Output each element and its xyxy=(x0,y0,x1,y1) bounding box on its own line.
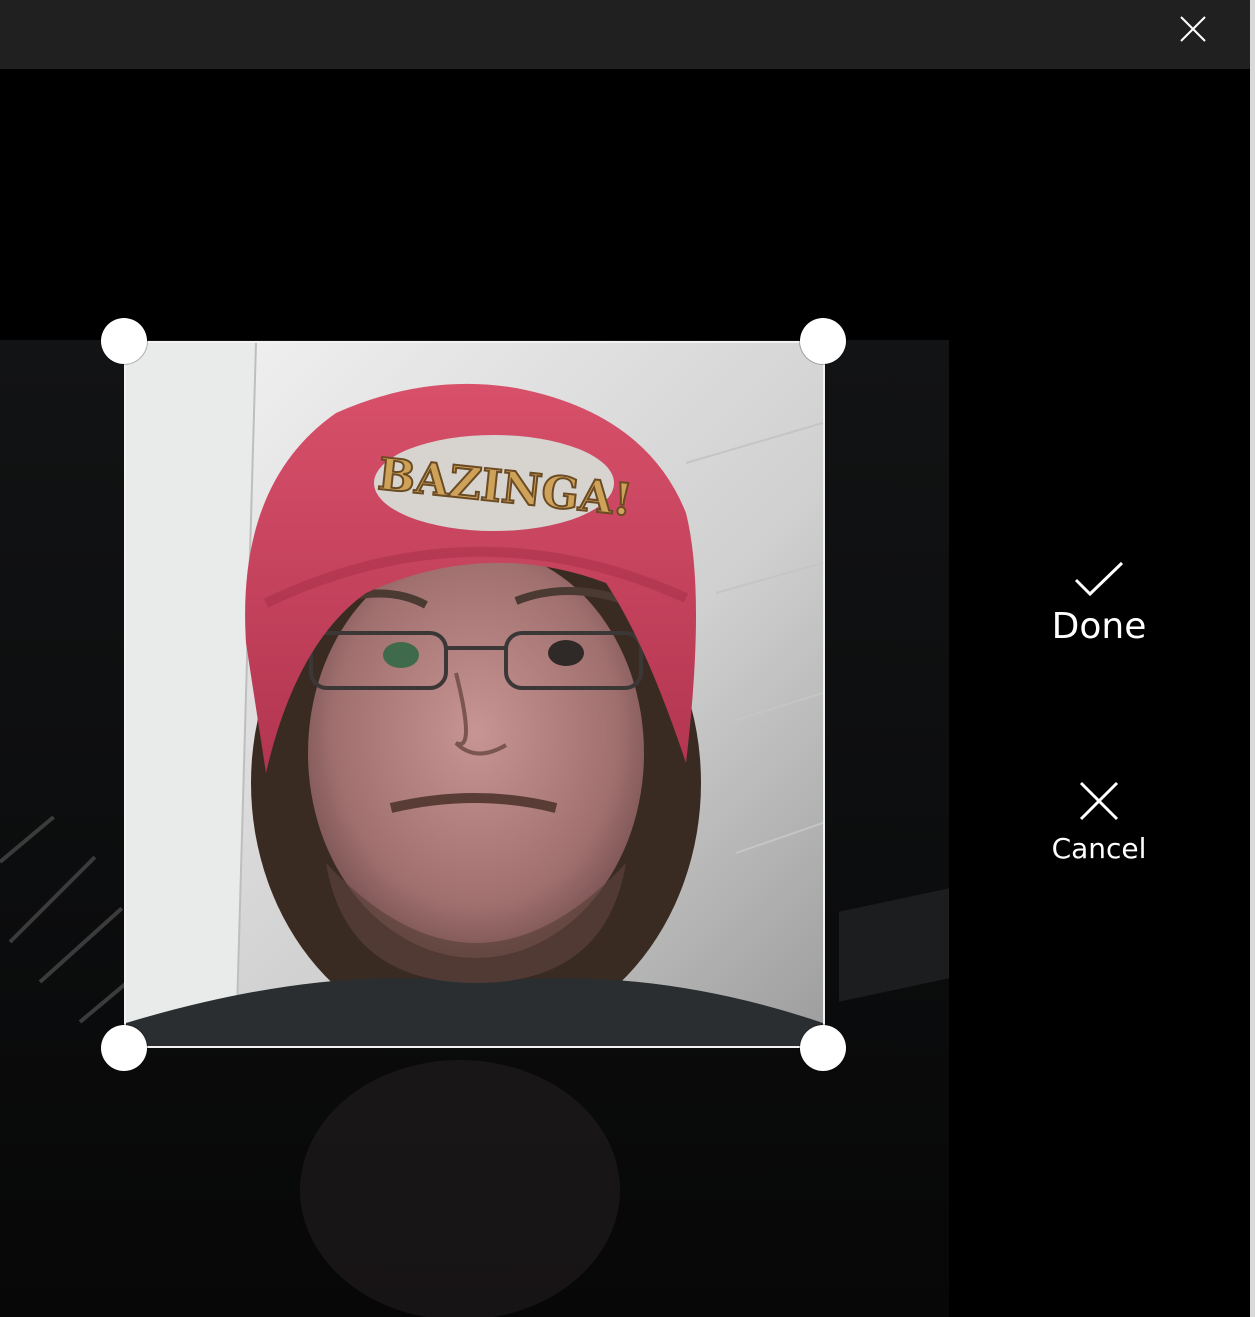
close-icon xyxy=(1079,781,1119,821)
background-shelf xyxy=(38,906,124,984)
cancel-button[interactable]: Cancel xyxy=(1024,780,1174,865)
crop-selection[interactable]: BAZINGA! xyxy=(124,341,825,1048)
done-button[interactable]: Done xyxy=(1024,560,1174,647)
window-close-button[interactable] xyxy=(1176,12,1210,46)
window-edge xyxy=(1250,0,1255,1317)
background-shelf xyxy=(0,815,55,864)
body-shadow xyxy=(300,1060,620,1317)
crop-handle-bottom-left[interactable] xyxy=(101,1025,147,1071)
crop-handle-top-right[interactable] xyxy=(800,318,846,364)
crop-handle-top-left[interactable] xyxy=(101,318,147,364)
profile-photo: BAZINGA! xyxy=(126,343,823,1046)
ceiling-light-panel xyxy=(839,888,949,1002)
checkmark-icon xyxy=(1074,561,1124,597)
cancel-label: Cancel xyxy=(1051,832,1147,865)
crop-handle-bottom-right[interactable] xyxy=(800,1025,846,1071)
background-shelf xyxy=(8,855,97,944)
close-icon xyxy=(1180,16,1206,42)
done-label: Done xyxy=(1051,606,1147,647)
title-bar xyxy=(0,0,1250,69)
